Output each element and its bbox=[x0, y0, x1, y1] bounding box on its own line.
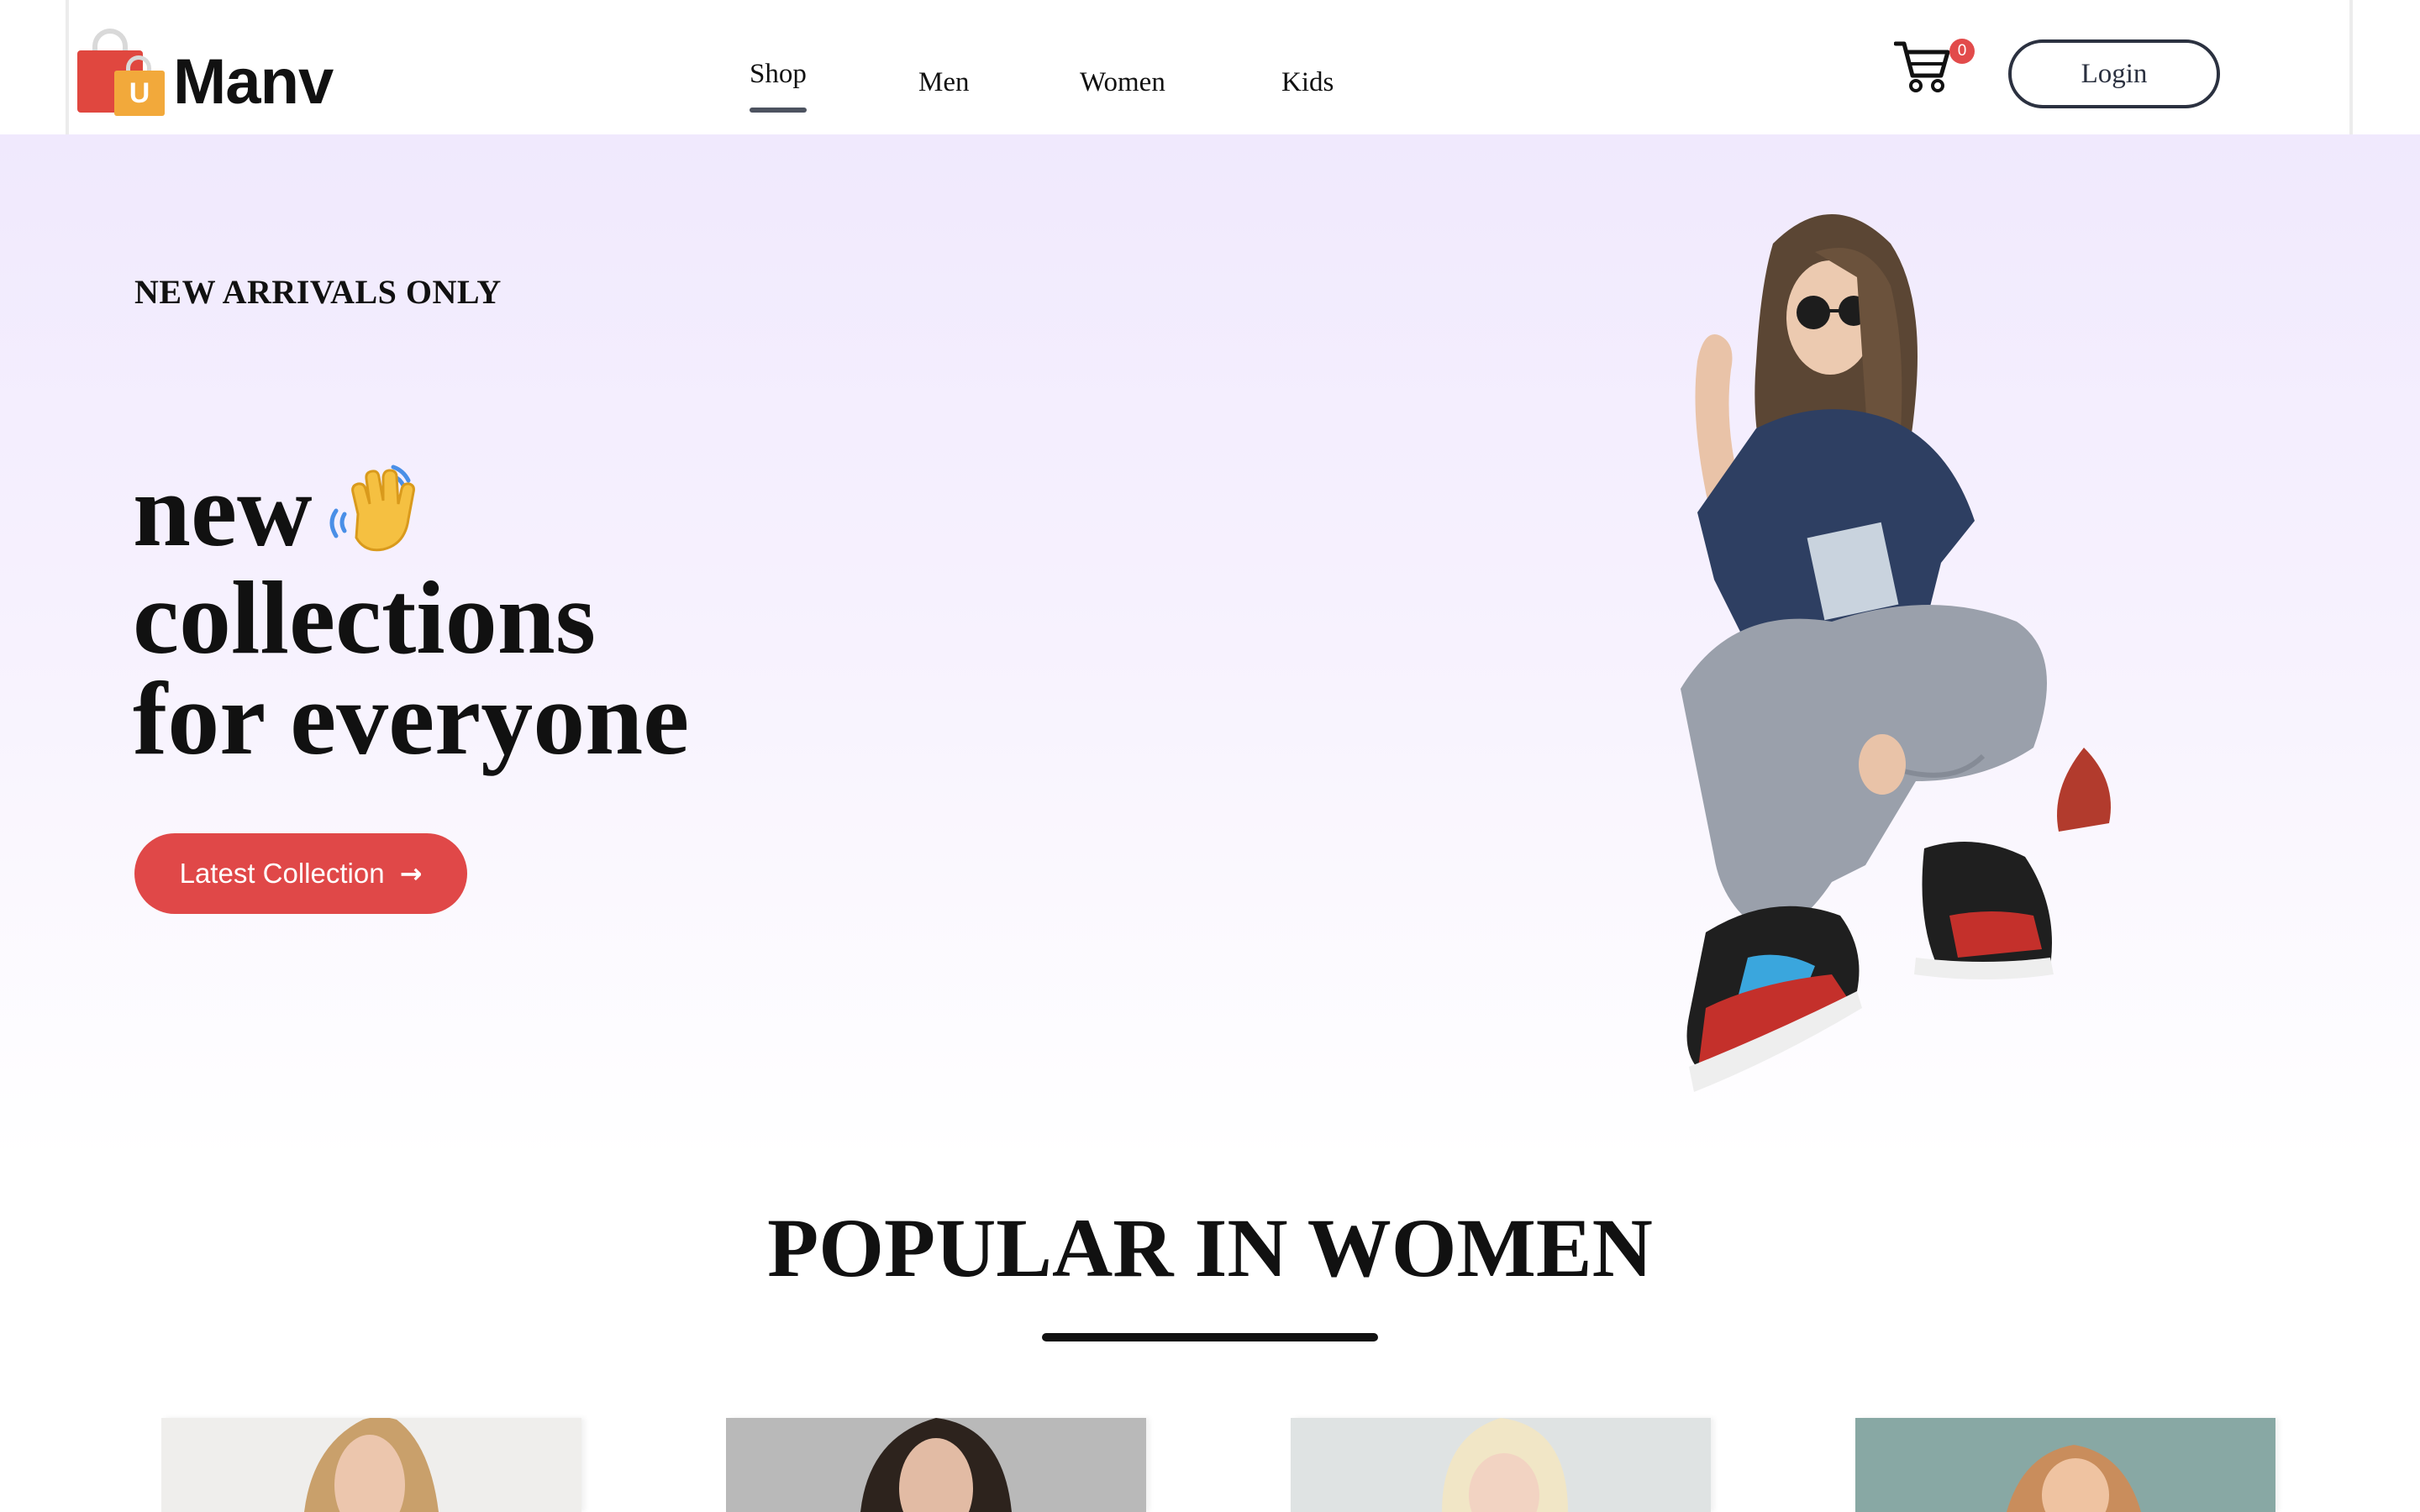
product-photo-3 bbox=[1291, 1418, 1711, 1512]
nav-item-label: Shop bbox=[750, 59, 807, 89]
navbar-edge-right bbox=[2349, 0, 2353, 134]
waving-hand-icon bbox=[329, 465, 415, 551]
logo[interactable]: U Manv bbox=[77, 24, 334, 118]
product-photo-4 bbox=[1855, 1418, 2275, 1512]
nav-item-women[interactable]: Women bbox=[1080, 67, 1165, 98]
arrow-right-icon: → bbox=[399, 858, 423, 890]
nav-item-label: Men bbox=[918, 67, 970, 97]
hero-title-line-2: collections bbox=[133, 559, 596, 675]
product-card[interactable] bbox=[1855, 1418, 2275, 1512]
login-button[interactable]: Login bbox=[2008, 39, 2220, 108]
cart-icon bbox=[1893, 41, 1950, 92]
product-card[interactable] bbox=[1291, 1418, 1711, 1512]
shopping-bag-icon: U bbox=[77, 25, 171, 116]
product-photo-2 bbox=[726, 1418, 1146, 1512]
hero-title: new collections for everyone bbox=[133, 459, 690, 776]
active-nav-underline bbox=[750, 108, 807, 113]
nav-item-label: Women bbox=[1080, 67, 1165, 97]
cart-count-badge: 0 bbox=[1949, 39, 1975, 64]
model-sitting-photo bbox=[1681, 214, 2111, 1092]
hero-title-line-3: for everyone bbox=[133, 660, 690, 776]
cart-button[interactable]: 0 bbox=[1893, 39, 1975, 97]
latest-collection-button[interactable]: Latest Collection → bbox=[134, 833, 467, 914]
product-card[interactable] bbox=[161, 1418, 581, 1512]
nav-item-label: Kids bbox=[1281, 67, 1334, 97]
hero-title-line-1: new bbox=[133, 459, 689, 568]
nav-item-men[interactable]: Men bbox=[918, 67, 970, 98]
hero-eyebrow: NEW ARRIVALS ONLY bbox=[134, 273, 502, 311]
section-title-underline bbox=[1042, 1333, 1378, 1341]
logo-text: Manv bbox=[173, 46, 334, 118]
navbar: U Manv Shop Men Women Kids 0 Login bbox=[0, 0, 2420, 134]
latest-collection-label: Latest Collection bbox=[179, 858, 385, 889]
nav-item-kids[interactable]: Kids bbox=[1281, 67, 1334, 98]
hero-title-word: new bbox=[133, 453, 313, 568]
navbar-edge-left bbox=[66, 0, 69, 134]
product-card[interactable] bbox=[726, 1418, 1146, 1512]
section-title: POPULAR IN WOMEN bbox=[767, 1201, 1653, 1294]
product-photo-1 bbox=[161, 1418, 581, 1512]
logo-bag-letter: U bbox=[114, 71, 165, 116]
nav-item-shop[interactable]: Shop bbox=[750, 59, 807, 113]
